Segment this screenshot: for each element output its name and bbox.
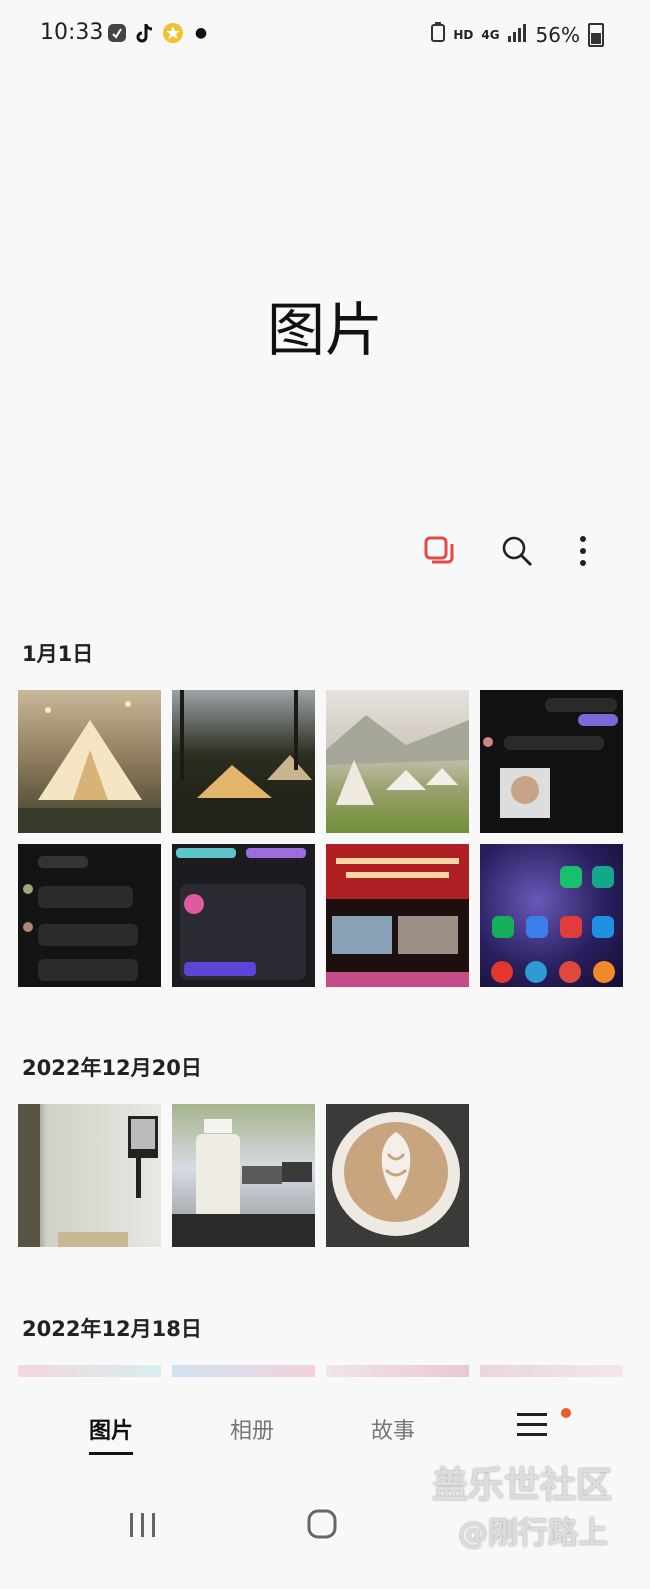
photo-thumbnail[interactable] bbox=[172, 844, 315, 987]
tab-albums[interactable]: 相册 bbox=[230, 1413, 274, 1445]
photo-thumbnail[interactable] bbox=[172, 1104, 315, 1247]
tab-photos[interactable]: 图片 bbox=[89, 1413, 134, 1455]
system-nav-bar bbox=[0, 1490, 650, 1560]
select-copy-icon bbox=[422, 534, 456, 572]
tiktok-icon bbox=[134, 22, 156, 44]
toolbar bbox=[0, 525, 650, 585]
photo-thumbnail[interactable] bbox=[326, 690, 469, 833]
more-vertical-icon bbox=[578, 534, 588, 572]
photo-thumbnail[interactable] bbox=[18, 1104, 161, 1247]
photo-thumbnail[interactable] bbox=[172, 1365, 315, 1377]
network-label: 4G bbox=[481, 27, 500, 42]
battery-icon bbox=[588, 22, 604, 47]
hamburger-menu-icon bbox=[517, 1413, 547, 1445]
home-button[interactable] bbox=[306, 1508, 338, 1544]
recent-apps-button[interactable] bbox=[128, 1510, 158, 1544]
home-icon bbox=[306, 1509, 338, 1544]
photo-thumbnail[interactable] bbox=[326, 1365, 469, 1377]
photo-thumbnail[interactable] bbox=[480, 1365, 623, 1377]
photo-thumbnail[interactable] bbox=[18, 844, 161, 987]
photo-thumbnail[interactable] bbox=[326, 1104, 469, 1247]
photo-thumbnail[interactable] bbox=[326, 844, 469, 987]
system-status: HD 4G 56% bbox=[431, 22, 604, 47]
photo-thumbnail[interactable] bbox=[480, 844, 623, 987]
select-copy-button[interactable] bbox=[417, 531, 461, 575]
dot-icon: ● bbox=[194, 25, 208, 41]
photo-grid bbox=[18, 1365, 623, 1377]
hd-label: HD bbox=[453, 27, 474, 42]
notification-icons: ● bbox=[106, 22, 212, 44]
section-date: 2022年12月20日 bbox=[22, 1056, 202, 1080]
photo-grid bbox=[18, 690, 623, 987]
status-bar: 10:33 ● HD 4G 56% bbox=[0, 0, 650, 70]
section-date: 1月1日 bbox=[22, 642, 94, 666]
battery-percent: 56% bbox=[535, 22, 580, 47]
sync-icon bbox=[431, 22, 446, 47]
section-date: 2022年12月18日 bbox=[22, 1317, 202, 1341]
search-button[interactable] bbox=[495, 531, 539, 575]
photo-thumbnail[interactable] bbox=[18, 1365, 161, 1377]
status-time: 10:33 bbox=[40, 20, 104, 45]
photo-thumbnail[interactable] bbox=[18, 690, 161, 833]
photo-thumbnail[interactable] bbox=[172, 690, 315, 833]
menu-button[interactable] bbox=[517, 1411, 547, 1445]
recent-apps-icon bbox=[128, 1513, 158, 1544]
notification-badge bbox=[561, 1408, 571, 1418]
page-title: 图片 bbox=[266, 296, 383, 364]
signal-icon bbox=[507, 23, 528, 47]
search-icon bbox=[500, 534, 534, 572]
star-badge-icon bbox=[162, 22, 184, 44]
more-options-button[interactable] bbox=[561, 531, 605, 575]
tab-stories[interactable]: 故事 bbox=[371, 1413, 415, 1445]
photo-grid bbox=[18, 1104, 623, 1247]
app-notification-icon bbox=[106, 22, 128, 44]
photo-thumbnail[interactable] bbox=[480, 690, 623, 833]
